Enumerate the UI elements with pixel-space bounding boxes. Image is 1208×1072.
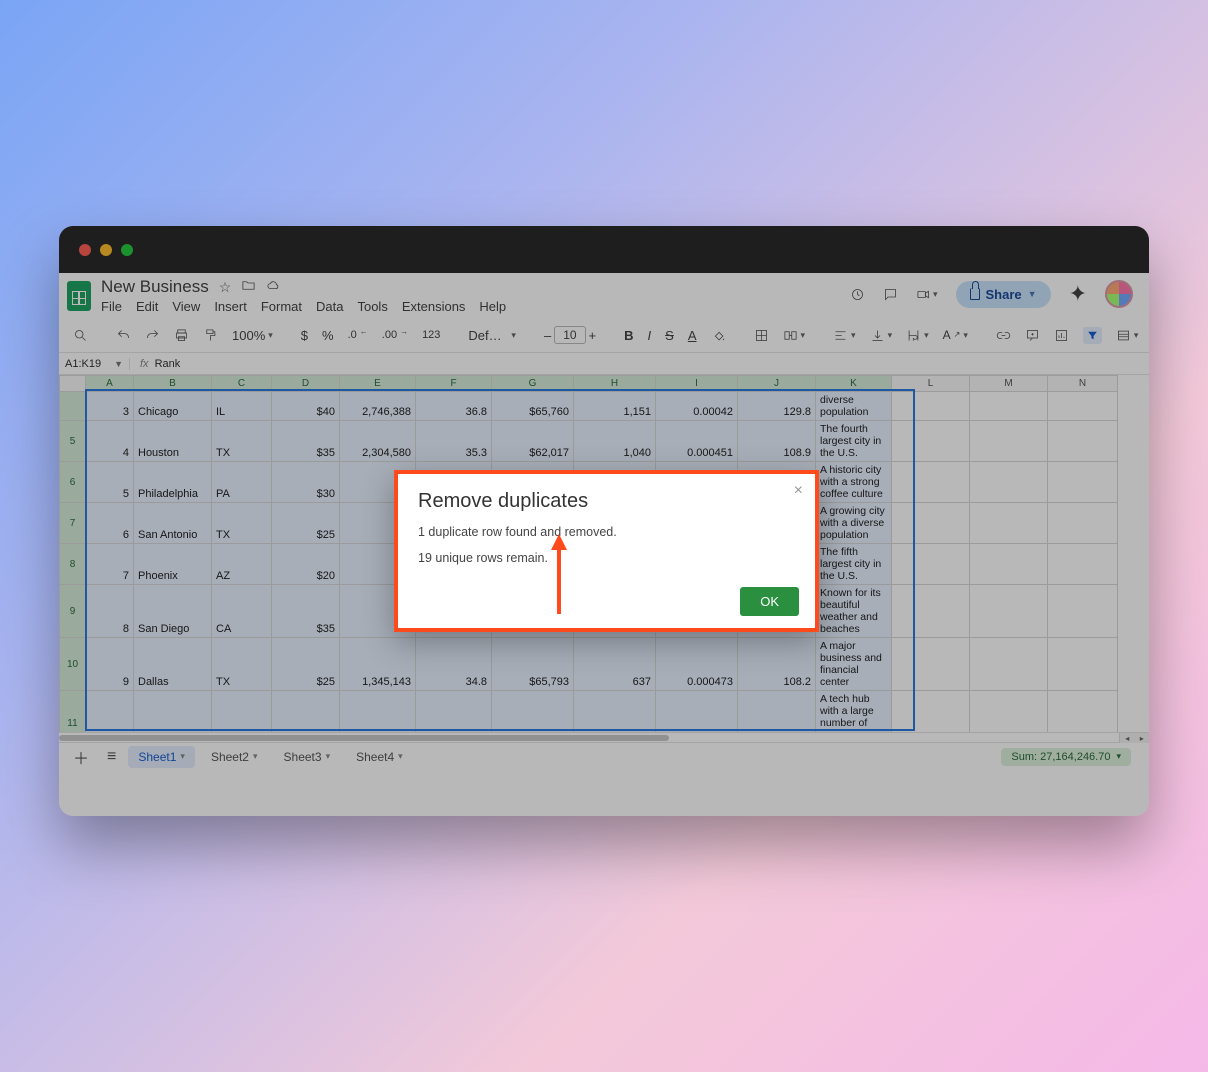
tab-sheet4[interactable]: Sheet4▾ bbox=[346, 746, 413, 768]
horizontal-scrollbar[interactable]: ◂▸ bbox=[59, 732, 1149, 742]
gemini-icon[interactable]: ✦ bbox=[1069, 281, 1087, 307]
redo-icon[interactable] bbox=[145, 328, 160, 343]
tab-sheet3[interactable]: Sheet3▾ bbox=[274, 746, 341, 768]
more-formats[interactable]: 123 bbox=[422, 329, 440, 341]
link-button[interactable] bbox=[996, 328, 1011, 343]
search-icon[interactable] bbox=[73, 328, 88, 343]
window-minimize[interactable] bbox=[100, 244, 112, 256]
menu-file[interactable]: File bbox=[101, 299, 122, 314]
decrease-decimal[interactable]: .0← bbox=[348, 329, 368, 341]
dialog-close-icon[interactable]: × bbox=[794, 482, 803, 500]
menu-insert[interactable]: Insert bbox=[214, 299, 247, 314]
format-currency[interactable]: $ bbox=[301, 328, 308, 343]
increase-decimal[interactable]: .00→ bbox=[382, 329, 408, 341]
tab-sheet2[interactable]: Sheet2▾ bbox=[201, 746, 268, 768]
status-sum[interactable]: Sum: 27,164,246.70▾ bbox=[1001, 748, 1131, 766]
wrap-button[interactable]: ▾ bbox=[906, 328, 929, 343]
toolbar: 100%▾ $ % .0← .00→ 123 Defaul...▾ – 10 +… bbox=[59, 318, 1149, 353]
star-icon[interactable]: ☆ bbox=[219, 279, 232, 296]
format-percent[interactable]: % bbox=[322, 328, 334, 343]
menu-view[interactable]: View bbox=[172, 299, 200, 314]
formula-bar-row: A1:K19▼ fxRank bbox=[59, 353, 1149, 375]
text-color-button[interactable]: A bbox=[688, 328, 697, 343]
menu-bar: File Edit View Insert Format Data Tools … bbox=[101, 299, 506, 314]
annotation-arrow-icon bbox=[549, 534, 569, 614]
insert-comment-button[interactable] bbox=[1025, 328, 1040, 343]
table-row: 10 9DallasTX$251,345,14334.8$65,7936370.… bbox=[60, 638, 1118, 691]
all-sheets-button[interactable]: ≡ bbox=[101, 748, 122, 766]
insert-chart-button[interactable] bbox=[1054, 328, 1069, 343]
tab-sheet1[interactable]: Sheet1▾ bbox=[128, 746, 195, 768]
share-button[interactable]: Share▼ bbox=[956, 281, 1051, 308]
halign-button[interactable]: ▾ bbox=[833, 328, 856, 343]
window-close[interactable] bbox=[79, 244, 91, 256]
menu-tools[interactable]: Tools bbox=[357, 299, 387, 314]
doc-title[interactable]: New Business bbox=[101, 277, 209, 297]
column-header-row[interactable]: AB CD EF GH IJ K LMN bbox=[60, 376, 1118, 392]
move-folder-icon[interactable] bbox=[241, 278, 256, 296]
cloud-status-icon[interactable] bbox=[266, 278, 281, 296]
titlebar bbox=[59, 226, 1149, 273]
dialog-ok-button[interactable]: OK bbox=[740, 587, 799, 616]
font-select[interactable]: Defaul...▾ bbox=[468, 328, 516, 343]
name-box[interactable]: A1:K19▼ bbox=[59, 358, 129, 370]
menu-format[interactable]: Format bbox=[261, 299, 302, 314]
menu-data[interactable]: Data bbox=[316, 299, 343, 314]
zoom-select[interactable]: 100%▾ bbox=[232, 328, 273, 343]
paint-format-icon[interactable] bbox=[203, 328, 218, 343]
undo-icon[interactable] bbox=[116, 328, 131, 343]
strike-button[interactable]: S bbox=[665, 328, 674, 343]
table-row: 3ChicagoIL$402,746,38836.8$65,7601,1510.… bbox=[60, 392, 1118, 421]
italic-button[interactable]: I bbox=[648, 328, 652, 343]
merge-button[interactable]: ▾ bbox=[783, 328, 806, 343]
table-row: 5 4HoustonTX$352,304,58035.3$62,0171,040… bbox=[60, 421, 1118, 462]
add-sheet-button[interactable]: ＋ bbox=[67, 745, 95, 769]
bold-button[interactable]: B bbox=[624, 328, 633, 343]
print-icon[interactable] bbox=[174, 328, 189, 343]
font-size-input[interactable]: 10 bbox=[554, 326, 585, 344]
fill-color-button[interactable] bbox=[711, 328, 726, 343]
account-avatar[interactable] bbox=[1105, 280, 1133, 308]
table-row: 11 10San JoseCA$401,030,11937.1$104,8225… bbox=[60, 691, 1118, 733]
menu-help[interactable]: Help bbox=[479, 299, 506, 314]
borders-button[interactable] bbox=[754, 328, 769, 343]
table-view-button[interactable]: ▾ bbox=[1116, 328, 1139, 343]
menu-extensions[interactable]: Extensions bbox=[402, 299, 466, 314]
dialog-title: Remove duplicates bbox=[418, 490, 795, 513]
font-size-dec[interactable]: – bbox=[544, 328, 551, 343]
font-size-group: – 10 + bbox=[544, 326, 596, 344]
rotate-button[interactable]: A↗▾ bbox=[943, 328, 968, 342]
filter-button[interactable] bbox=[1083, 327, 1102, 344]
app-window: New Business ☆ File Edit View Insert For… bbox=[59, 226, 1149, 816]
menu-edit[interactable]: Edit bbox=[136, 299, 158, 314]
comments-icon[interactable] bbox=[883, 287, 898, 302]
lock-icon bbox=[970, 288, 980, 300]
sheets-logo-icon[interactable] bbox=[67, 281, 91, 311]
meet-icon[interactable]: ▾ bbox=[916, 287, 938, 302]
sheet-tab-bar: ＋ ≡ Sheet1▾ Sheet2▾ Sheet3▾ Sheet4▾ Sum:… bbox=[59, 742, 1149, 770]
dialog-message-1: 1 duplicate row found and removed. bbox=[418, 525, 795, 539]
valign-button[interactable]: ▾ bbox=[870, 328, 893, 343]
formula-bar[interactable]: fxRank bbox=[129, 358, 190, 370]
share-label: Share bbox=[986, 287, 1022, 302]
header-right: ▾ Share▼ ✦ bbox=[850, 280, 1133, 308]
scroll-buttons[interactable]: ◂▸ bbox=[1119, 733, 1149, 743]
font-size-inc[interactable]: + bbox=[589, 328, 597, 343]
window-zoom[interactable] bbox=[121, 244, 133, 256]
history-icon[interactable] bbox=[850, 287, 865, 302]
remove-duplicates-dialog: × Remove duplicates 1 duplicate row foun… bbox=[394, 470, 819, 632]
dialog-message-2: 19 unique rows remain. bbox=[418, 551, 795, 565]
